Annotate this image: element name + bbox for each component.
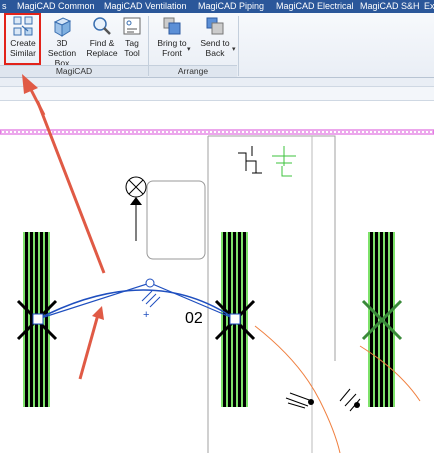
tab-magicad-piping[interactable]: MagiCAD Piping	[198, 0, 264, 13]
bring-to-front-label-1: Bring to	[157, 38, 187, 48]
section-box-icon	[53, 17, 72, 37]
send-to-back-icon	[206, 17, 224, 35]
tag-tool-button[interactable]: Tag Tool	[118, 15, 146, 65]
tab-magicad-common[interactable]: MagiCAD Common	[17, 0, 95, 13]
selected-circuit-lines[interactable]: +	[32, 278, 241, 325]
highlight-box	[4, 13, 41, 65]
ribbon-tab-bar: s MagiCAD Common MagiCAD Ventilation Mag…	[0, 0, 434, 13]
section-box-label-1: 3D	[56, 38, 68, 48]
annotation-arrowhead	[22, 74, 46, 116]
send-to-back-dropdown-icon[interactable]: ▾	[232, 45, 236, 53]
send-to-back-label-1: Send to	[200, 38, 230, 48]
tag-tool-label-2: Tool	[124, 48, 140, 58]
find-replace-icon	[93, 17, 111, 35]
light-fixture-symbol	[125, 176, 147, 241]
bring-to-front-label-2: Front	[162, 48, 182, 58]
bring-to-front-button[interactable]: Bring to Front	[153, 15, 191, 65]
tag-tool-icon	[123, 17, 141, 35]
tab-magicad-sh[interactable]: MagiCAD S&H	[360, 0, 420, 13]
switch-symbol-green	[272, 146, 296, 177]
fixture-outline	[146, 180, 206, 260]
tab-partial[interactable]: s	[2, 0, 7, 13]
luminaire-right	[361, 232, 403, 407]
find-replace-button[interactable]: Find & Replace	[86, 15, 118, 65]
find-replace-label-1: Find &	[89, 38, 115, 48]
section-box-button[interactable]: 3D Section Box	[40, 15, 84, 68]
dimension-label: 02	[185, 310, 203, 327]
tab-magicad-ventilation[interactable]: MagiCAD Ventilation	[104, 0, 187, 13]
bring-to-front-dropdown-icon[interactable]: ▾	[187, 45, 191, 53]
switch-symbol-black	[238, 146, 262, 174]
find-replace-label-2: Replace	[86, 48, 118, 58]
bring-to-front-icon	[163, 17, 181, 35]
tab-ex-partial[interactable]: Ex	[424, 0, 434, 13]
arrange-panel-label: Arrange	[149, 65, 237, 77]
annotation-arrow-curve	[78, 306, 104, 380]
cable-curve-1	[254, 325, 341, 453]
tab-magicad-electrical[interactable]: MagiCAD Electrical	[276, 0, 354, 13]
drawing-canvas[interactable]: +	[0, 101, 434, 453]
svg-text:+: +	[143, 309, 149, 321]
tag-tool-label-1: Tag	[125, 38, 139, 48]
send-to-back-button[interactable]: Send to Back	[196, 15, 234, 65]
send-to-back-label-2: Back	[205, 48, 225, 58]
panel-separator-2	[238, 16, 239, 76]
